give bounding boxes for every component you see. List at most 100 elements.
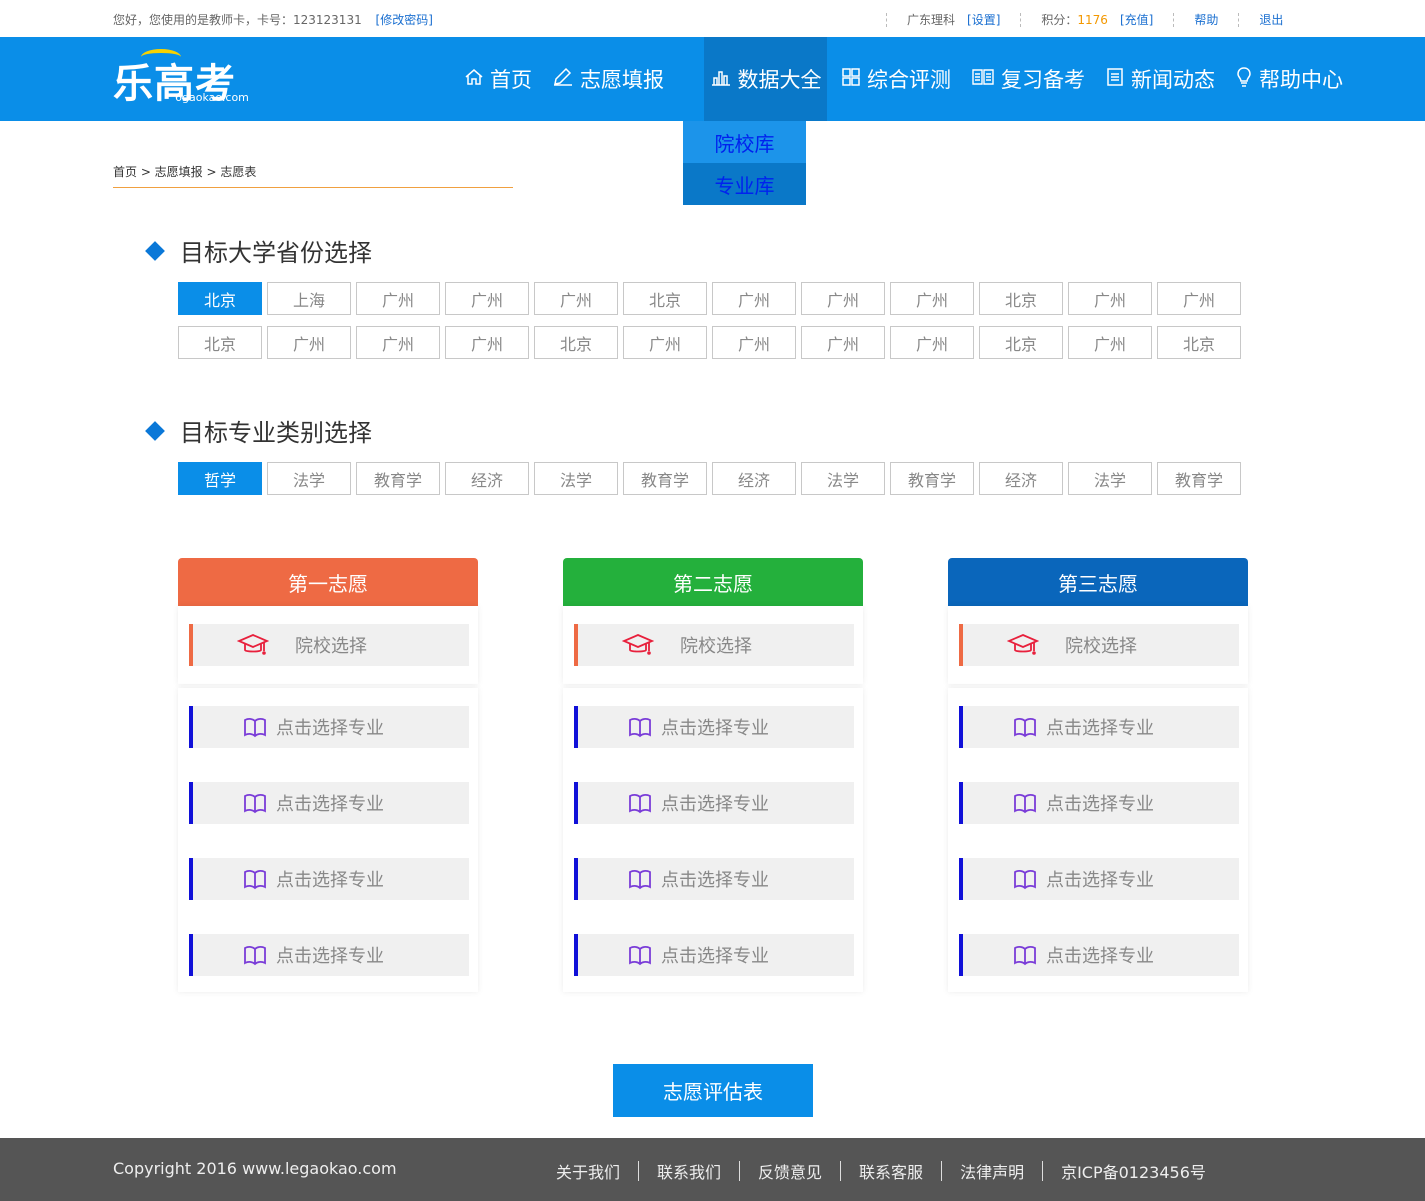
- province-option[interactable]: 北京: [623, 282, 707, 315]
- province-option[interactable]: 北京: [979, 326, 1063, 359]
- points-value: 1176: [1077, 12, 1108, 27]
- province-option[interactable]: 北京: [178, 282, 262, 315]
- accent-bar: [959, 624, 963, 666]
- major-option[interactable]: 法学: [534, 462, 618, 495]
- region-group: 广东理科 [设置]: [907, 11, 1000, 28]
- change-password-link[interactable]: [修改密码]: [376, 13, 433, 27]
- province-option[interactable]: 广州: [356, 282, 440, 315]
- major-option[interactable]: 教育学: [1157, 462, 1241, 495]
- nav-assessment[interactable]: 综合评测: [827, 37, 961, 121]
- major-select-label: 点击选择专业: [661, 946, 769, 967]
- major-option[interactable]: 哲学: [178, 462, 262, 495]
- dropdown-item-major-db[interactable]: 专业库: [683, 163, 806, 205]
- major-select-row[interactable]: 点击选择专业: [959, 858, 1239, 900]
- major-option[interactable]: 经济: [445, 462, 529, 495]
- major-option[interactable]: 法学: [1068, 462, 1152, 495]
- site-logo[interactable]: 乐高考 6gaokao.com: [113, 49, 263, 107]
- copyright-text: Copyright 2016 www.legaokao.com: [113, 1159, 397, 1178]
- province-options: 北京 上海 广州 广州 广州 北京 广州 广州 广州 北京 广州 广州 北京 广州 广州 广州 北京 广州 广州 广州…: [178, 282, 1248, 370]
- diamond-icon: [145, 420, 165, 441]
- data-dropdown-menu: 院校库 专业库: [683, 121, 806, 205]
- major-select-row[interactable]: 点击选择专业: [959, 934, 1239, 976]
- accent-bar: [189, 624, 193, 666]
- dropdown-item-school-db[interactable]: 院校库: [683, 121, 806, 163]
- major-select-row[interactable]: 点击选择专业: [189, 706, 469, 748]
- recharge-link[interactable]: [充值]: [1120, 11, 1153, 28]
- major-select-row[interactable]: 点击选择专业: [574, 782, 854, 824]
- footer-link[interactable]: 联系我们: [639, 1159, 739, 1183]
- province-option[interactable]: 广州: [445, 282, 529, 315]
- province-option[interactable]: 广州: [1068, 282, 1152, 315]
- province-option[interactable]: 广州: [801, 326, 885, 359]
- main-header: 乐高考 6gaokao.com 首页 志愿填报 数据大全 综合评测 复习备考 新…: [0, 37, 1425, 121]
- nav-news[interactable]: 新闻动态: [1095, 37, 1225, 121]
- nav-help[interactable]: 帮助中心: [1225, 37, 1353, 121]
- major-select-row[interactable]: 点击选择专业: [574, 858, 854, 900]
- province-option[interactable]: 广州: [356, 326, 440, 359]
- settings-link[interactable]: [设置]: [967, 11, 1000, 28]
- province-option[interactable]: 北京: [534, 326, 618, 359]
- province-option[interactable]: 广州: [1068, 326, 1152, 359]
- evaluation-form-button[interactable]: 志愿评估表: [613, 1064, 813, 1117]
- help-link[interactable]: 帮助: [1194, 11, 1218, 28]
- major-option[interactable]: 教育学: [890, 462, 974, 495]
- province-option[interactable]: 广州: [712, 282, 796, 315]
- province-option[interactable]: 北京: [1157, 326, 1241, 359]
- province-section-title: 目标大学省份选择: [145, 233, 372, 268]
- footer-link[interactable]: 京ICP备0123456号: [1043, 1159, 1224, 1183]
- province-option[interactable]: 广州: [890, 326, 974, 359]
- major-select-row[interactable]: 点击选择专业: [189, 934, 469, 976]
- province-option[interactable]: 广州: [712, 326, 796, 359]
- footer-link[interactable]: 关于我们: [538, 1159, 638, 1183]
- pen-icon: [552, 67, 574, 92]
- accent-bar: [189, 706, 193, 748]
- major-select-row[interactable]: 点击选择专业: [189, 858, 469, 900]
- major-select-row[interactable]: 点击选择专业: [959, 782, 1239, 824]
- nav-review[interactable]: 复习备考: [961, 37, 1095, 121]
- province-option[interactable]: 北京: [979, 282, 1063, 315]
- footer-link[interactable]: 法律声明: [942, 1159, 1042, 1183]
- province-option[interactable]: 广州: [267, 326, 351, 359]
- province-option[interactable]: 广州: [445, 326, 529, 359]
- major-select-row[interactable]: 点击选择专业: [574, 706, 854, 748]
- major-select-row[interactable]: 点击选择专业: [189, 782, 469, 824]
- school-select-row[interactable]: 院校选择: [574, 624, 854, 666]
- book-icon: [243, 868, 267, 890]
- province-option[interactable]: 北京: [178, 326, 262, 359]
- book-icon: [243, 944, 267, 966]
- school-select-label: 院校选择: [680, 636, 752, 657]
- major-option[interactable]: 教育学: [356, 462, 440, 495]
- major-option[interactable]: 法学: [801, 462, 885, 495]
- province-option[interactable]: 广州: [890, 282, 974, 315]
- nav-label: 数据大全: [737, 68, 822, 92]
- nav-data[interactable]: 数据大全: [704, 37, 827, 121]
- major-select-row[interactable]: 点击选择专业: [574, 934, 854, 976]
- volunteer-card: 第二志愿 院校选择 点击选择专业 点击选择专业 点击选择专业 点击选择专业: [563, 558, 863, 992]
- nav-volunteer[interactable]: 志愿填报: [542, 37, 674, 121]
- province-option[interactable]: 广州: [801, 282, 885, 315]
- card-school-section: 院校选择: [563, 606, 863, 684]
- accent-bar: [189, 858, 193, 900]
- school-select-row[interactable]: 院校选择: [959, 624, 1239, 666]
- province-option[interactable]: 上海: [267, 282, 351, 315]
- major-option[interactable]: 法学: [267, 462, 351, 495]
- province-option[interactable]: 广州: [534, 282, 618, 315]
- main-nav: 首页 志愿填报 数据大全 综合评测 复习备考 新闻动态 帮助中心: [454, 37, 1353, 121]
- logout-link[interactable]: 退出: [1259, 11, 1283, 28]
- footer: Copyright 2016 www.legaokao.com 关于我们 联系我们…: [0, 1138, 1425, 1201]
- nav-home[interactable]: 首页: [454, 37, 542, 121]
- major-option[interactable]: 经济: [712, 462, 796, 495]
- major-select-row[interactable]: 点击选择专业: [959, 706, 1239, 748]
- divider: [886, 12, 887, 27]
- province-option[interactable]: 广州: [623, 326, 707, 359]
- user-actions: 广东理科 [设置] 积分： 1176 [充值] 帮助 退出: [886, 11, 1303, 28]
- footer-link[interactable]: 联系客服: [841, 1159, 941, 1183]
- school-select-row[interactable]: 院校选择: [189, 624, 469, 666]
- footer-link[interactable]: 反馈意见: [740, 1159, 840, 1183]
- major-option[interactable]: 经济: [979, 462, 1063, 495]
- major-option[interactable]: 教育学: [623, 462, 707, 495]
- book-icon: [1013, 868, 1037, 890]
- book-icon: [628, 792, 652, 814]
- province-option[interactable]: 广州: [1157, 282, 1241, 315]
- major-select-label: 点击选择专业: [276, 794, 384, 815]
